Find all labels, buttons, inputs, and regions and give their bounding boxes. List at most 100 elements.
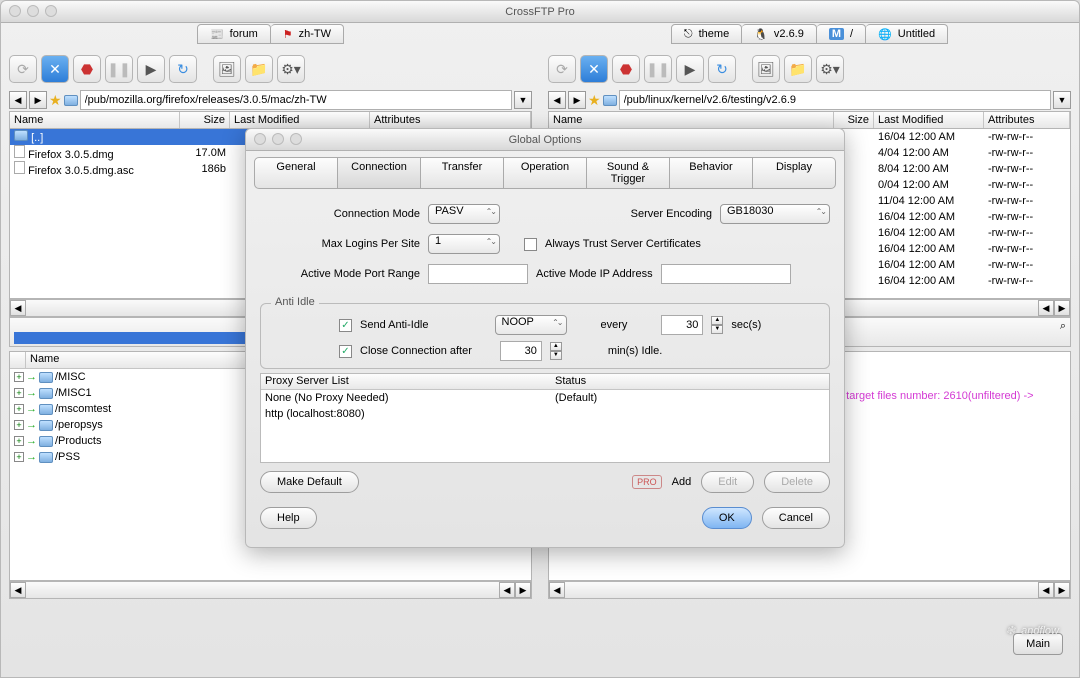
back-button[interactable]: ◀ [9, 91, 27, 109]
expand-icon[interactable]: + [14, 372, 24, 382]
close-conn-checkbox[interactable]: ✓ [339, 345, 352, 358]
ip-addr-input[interactable] [661, 264, 791, 284]
zoom-icon[interactable] [45, 5, 57, 17]
watermark: ❃ andflow [1006, 624, 1059, 637]
minimize-icon[interactable] [272, 133, 284, 145]
tab-zh-tw[interactable]: ⚑ zh-TW [271, 24, 344, 44]
expand-icon[interactable]: + [14, 436, 24, 446]
col-size[interactable]: Size [180, 112, 230, 128]
conn-mode-select[interactable]: PASV [428, 204, 500, 224]
max-logins-select[interactable]: 1 [428, 234, 500, 254]
tab-untitled[interactable]: 🌐 Untitled [866, 24, 948, 44]
tab-slash[interactable]: M / [817, 24, 866, 44]
col-attributes[interactable]: Attributes [984, 112, 1070, 128]
edit-button[interactable]: Edit [701, 471, 754, 493]
stop-button[interactable]: ⬣ [73, 55, 101, 83]
close-icon[interactable] [254, 133, 266, 145]
send-anti-label: Send Anti-Idle [360, 319, 429, 331]
folder-icon [603, 95, 617, 106]
pro-badge: PRO [632, 475, 662, 489]
proxy-row[interactable]: None (No Proxy Needed)(Default) [261, 390, 829, 406]
theme-icon: ⎋ [684, 28, 693, 41]
dialog-tab-sound-trigger[interactable]: Sound & Trigger [587, 157, 670, 189]
tab-v269[interactable]: 🐧 v2.6.9 [742, 24, 817, 44]
path-input[interactable] [619, 90, 1051, 110]
proxy-list[interactable]: Proxy Server List Status None (No Proxy … [260, 373, 830, 463]
expand-icon[interactable]: + [14, 420, 24, 430]
newfolder-button[interactable]: 📁 [245, 55, 273, 83]
cancel-button[interactable]: ✕ [580, 55, 608, 83]
refresh-button[interactable]: ↻ [708, 55, 736, 83]
fwd-button[interactable]: ▶ [568, 91, 586, 109]
newfolder-button[interactable]: 📁 [784, 55, 812, 83]
close-icon[interactable] [9, 5, 21, 17]
back-button[interactable]: ◀ [548, 91, 566, 109]
ok-button[interactable]: OK [702, 507, 752, 529]
proxy-row[interactable]: http (localhost:8080) [261, 406, 829, 422]
step-down[interactable]: ▼ [550, 351, 562, 360]
star-icon[interactable]: ★ [49, 92, 62, 109]
anti-idle-legend: Anti Idle [271, 296, 319, 308]
app-title: CrossFTP Pro [505, 6, 574, 18]
col-attributes[interactable]: Attributes [370, 112, 531, 128]
dialog-tab-connection[interactable]: Connection [338, 157, 421, 189]
gear-button[interactable]: ⚙▾ [816, 55, 844, 83]
ip-addr-label: Active Mode IP Address [536, 268, 653, 280]
delete-button[interactable]: Delete [764, 471, 830, 493]
cancel-button[interactable]: ✕ [41, 55, 69, 83]
pause-button[interactable]: ❚❚ [644, 55, 672, 83]
cancel-button[interactable]: Cancel [762, 507, 830, 529]
send-anti-checkbox[interactable]: ✓ [339, 319, 352, 332]
dialog-tab-display[interactable]: Display [753, 157, 836, 189]
trust-checkbox[interactable] [524, 238, 537, 251]
server-enc-select[interactable]: GB18030 [720, 204, 830, 224]
add-label[interactable]: Add [672, 476, 692, 488]
port-range-input[interactable] [428, 264, 528, 284]
close-conn-label: Close Connection after [360, 345, 472, 357]
make-default-button[interactable]: Make Default [260, 471, 359, 493]
path-input[interactable] [80, 90, 512, 110]
path-dropdown[interactable]: ▼ [1053, 91, 1071, 109]
wechat-icon: ❃ [1006, 624, 1015, 637]
gear-button[interactable]: ⚙▾ [277, 55, 305, 83]
dialog-tab-behavior[interactable]: Behavior [670, 157, 753, 189]
minimize-icon[interactable] [27, 5, 39, 17]
pause-button[interactable]: ❚❚ [105, 55, 133, 83]
dialog-tab-general[interactable]: General [254, 157, 338, 189]
tab-forum[interactable]: 📰 forum [197, 24, 271, 44]
noop-select[interactable]: NOOP [495, 315, 567, 335]
dialog-tab-transfer[interactable]: Transfer [421, 157, 504, 189]
expand-icon[interactable]: + [14, 452, 24, 462]
dialog-tab-operation[interactable]: Operation [504, 157, 587, 189]
port-range-label: Active Mode Port Range [260, 268, 420, 280]
expand-icon[interactable]: + [14, 388, 24, 398]
disconnect-button[interactable]: ⟳ [9, 55, 37, 83]
close-input[interactable] [500, 341, 542, 361]
expand-icon[interactable]: + [14, 404, 24, 414]
disconnect-button[interactable]: ⟳ [548, 55, 576, 83]
zoom-icon[interactable] [290, 133, 302, 145]
step-up[interactable]: ▲ [711, 316, 723, 325]
tab-theme[interactable]: ⎋ theme [671, 24, 742, 44]
path-dropdown[interactable]: ▼ [514, 91, 532, 109]
star-icon[interactable]: ★ [588, 92, 601, 109]
server-enc-label: Server Encoding [631, 208, 712, 220]
col-name[interactable]: Name [549, 112, 834, 128]
fwd-button[interactable]: ▶ [29, 91, 47, 109]
image-button[interactable]: 🖼 [752, 55, 780, 83]
step-down[interactable]: ▼ [711, 325, 723, 334]
play-button[interactable]: ▶ [137, 55, 165, 83]
stop-button[interactable]: ⬣ [612, 55, 640, 83]
refresh-button[interactable]: ↻ [169, 55, 197, 83]
col-size[interactable]: Size [834, 112, 874, 128]
every-input[interactable] [661, 315, 703, 335]
play-button[interactable]: ▶ [676, 55, 704, 83]
help-button[interactable]: Help [260, 507, 317, 529]
col-name[interactable]: Name [10, 112, 180, 128]
flag-icon: ⚑ [283, 28, 293, 41]
col-modified[interactable]: Last Modified [874, 112, 984, 128]
step-up[interactable]: ▲ [550, 342, 562, 351]
col-modified[interactable]: Last Modified [230, 112, 370, 128]
search-icon[interactable]: ⌕ [1060, 320, 1066, 333]
image-button[interactable]: 🖼 [213, 55, 241, 83]
